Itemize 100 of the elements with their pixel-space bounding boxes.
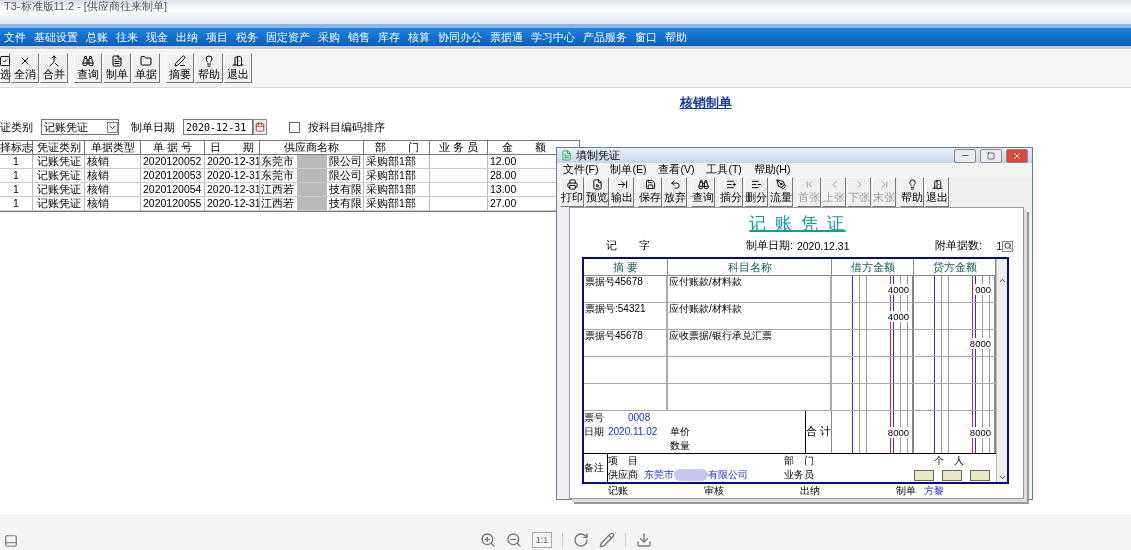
menu-item[interactable]: 税务 xyxy=(232,29,262,45)
menu-item[interactable]: 固定资产 xyxy=(262,29,314,45)
lightbulb-icon xyxy=(203,54,215,67)
menu-item[interactable]: 文件 xyxy=(0,29,30,45)
supplier-name: 有限公司 xyxy=(708,468,748,482)
toolbar-button[interactable]: 放弃 xyxy=(663,177,687,207)
price-label: 单价 xyxy=(669,425,691,439)
search-button[interactable] xyxy=(1002,240,1013,252)
download-icon[interactable] xyxy=(636,532,652,548)
menu-item[interactable]: 基础设置 xyxy=(30,29,82,45)
table-cell-text: 东莞市 xyxy=(261,169,295,182)
supplier-label: 供应商 xyxy=(608,468,638,482)
menu-item[interactable]: 帮助(H) xyxy=(753,163,791,177)
table-cell: 1 xyxy=(0,169,33,182)
ticket-date: 2020.11.02 xyxy=(607,425,659,439)
checkbox-label: 按科目编码排序 xyxy=(308,119,385,135)
toolbar-button[interactable]: 选 xyxy=(0,53,10,83)
date-field[interactable]: 2020-12-31 xyxy=(183,119,253,135)
voucher-type-suffix: 字 xyxy=(639,239,650,253)
menu-item[interactable]: 总账 xyxy=(82,29,112,45)
menu-item[interactable]: 工具(T) xyxy=(706,163,742,177)
date-label: 制单日期: xyxy=(746,239,793,253)
field-label: 制单日期 xyxy=(131,119,175,135)
menu-item[interactable]: 销售 xyxy=(344,29,374,45)
toolbar-button[interactable]: 全消 xyxy=(11,53,39,83)
ticket-number: 0008 xyxy=(627,411,652,425)
card-icon[interactable] xyxy=(914,469,934,481)
rotate-icon[interactable] xyxy=(573,532,589,548)
attachments-count: 1 xyxy=(996,240,1002,252)
toolbar-button[interactable]: 删分 xyxy=(744,177,768,207)
arrow-icon xyxy=(616,179,628,190)
printer-icon xyxy=(566,179,578,190)
column-header: 择标志 xyxy=(0,141,33,154)
toolbar-button[interactable]: 单据 xyxy=(132,53,160,83)
menu-item[interactable]: 往来 xyxy=(112,29,142,45)
toolbar-button[interactable]: 制单 xyxy=(103,53,131,83)
menu-item[interactable]: 核算 xyxy=(404,29,434,45)
table-cell: 2020120053 xyxy=(141,169,205,182)
total-label: 合 计 xyxy=(806,411,832,453)
checkbox[interactable] xyxy=(289,121,300,133)
toolbar-button[interactable]: 摘要 xyxy=(166,53,194,83)
account-cell: 应付账款/材料款 xyxy=(668,276,832,302)
menu-item[interactable]: 出纳 xyxy=(172,29,202,45)
card-icon[interactable] xyxy=(942,469,962,481)
layout-icon[interactable] xyxy=(4,534,18,548)
menu-item[interactable]: 帮助 xyxy=(661,29,691,45)
toolbar-button[interactable]: 退出 xyxy=(224,53,252,83)
table-cell: 采购部1部 xyxy=(364,155,430,168)
voucher-type-label: 记 xyxy=(606,239,617,253)
toolbar-button[interactable]: 输出 xyxy=(610,177,634,207)
toolbar-button[interactable]: 流量 xyxy=(769,177,793,207)
zoom-out-icon[interactable] xyxy=(506,532,522,548)
voucher-type-select[interactable]: 记账凭证 xyxy=(41,119,119,135)
merge-icon xyxy=(48,54,60,67)
maximize-button[interactable] xyxy=(980,148,1002,163)
scroll-down-icon[interactable] xyxy=(997,473,1007,482)
close-button[interactable] xyxy=(1006,148,1028,163)
scrollbar[interactable] xyxy=(996,259,1007,482)
toolbar-button[interactable]: 退出 xyxy=(925,177,949,207)
maximize-icon xyxy=(987,151,995,160)
calendar-button[interactable] xyxy=(253,119,267,135)
signature-label: 制单 xyxy=(896,484,916,498)
table-cell: 技有限 xyxy=(328,197,363,210)
toolbar-button[interactable]: 插分 xyxy=(719,177,743,207)
menu-item[interactable]: 查看(V) xyxy=(658,163,695,177)
person-label: 个 人 xyxy=(933,454,965,468)
zoom-in-icon[interactable] xyxy=(480,532,496,548)
menu-item[interactable]: 项目 xyxy=(202,29,232,45)
actual-size-button[interactable]: 1:1 xyxy=(532,532,552,548)
menu-item[interactable]: 产品服务 xyxy=(579,29,631,45)
voucher-heading: 记 账 凭 证 xyxy=(749,213,846,235)
toolbar-button[interactable]: 帮助 xyxy=(900,177,924,207)
menu-item[interactable]: 库存 xyxy=(374,29,404,45)
lightbulb-icon xyxy=(906,179,918,190)
menu-item[interactable]: 采购 xyxy=(314,29,344,45)
toolbar-button[interactable]: 查询 xyxy=(691,177,715,207)
menu-item[interactable]: 窗口 xyxy=(631,29,661,45)
menu-item[interactable]: 票据通 xyxy=(486,29,527,45)
card-icon[interactable] xyxy=(970,469,990,481)
table-cell: 2020120052 xyxy=(141,155,205,168)
toolbar-button[interactable]: 预览 xyxy=(585,177,609,207)
table-cell: 核销 xyxy=(85,183,141,196)
signature-name: 方黎 xyxy=(924,484,944,498)
toolbar-button[interactable]: 帮助 xyxy=(195,53,223,83)
column-header: 日 期 xyxy=(205,141,260,154)
toolbar-button[interactable]: 打印 xyxy=(560,177,584,207)
signature-label: 记账 xyxy=(608,484,628,498)
attachments-label: 附单据数: xyxy=(935,239,983,253)
minimize-button[interactable] xyxy=(954,148,976,163)
menu-item[interactable]: 学习中心 xyxy=(527,29,579,45)
pencil-icon[interactable] xyxy=(599,532,615,548)
menu-item[interactable]: 制单(E) xyxy=(610,163,647,177)
toolbar-button[interactable]: 查询 xyxy=(74,53,102,83)
toolbar-button[interactable]: 合并 xyxy=(40,53,68,83)
menu-item[interactable]: 现金 xyxy=(142,29,172,45)
toolbar-button[interactable]: 保存 xyxy=(638,177,662,207)
account-cell: 应收票据/银行承兑汇票 xyxy=(668,330,832,356)
table-cell: 采购部1部 xyxy=(364,197,430,210)
menu-item[interactable]: 协同办公 xyxy=(434,29,486,45)
scroll-up-icon[interactable] xyxy=(997,276,1007,285)
